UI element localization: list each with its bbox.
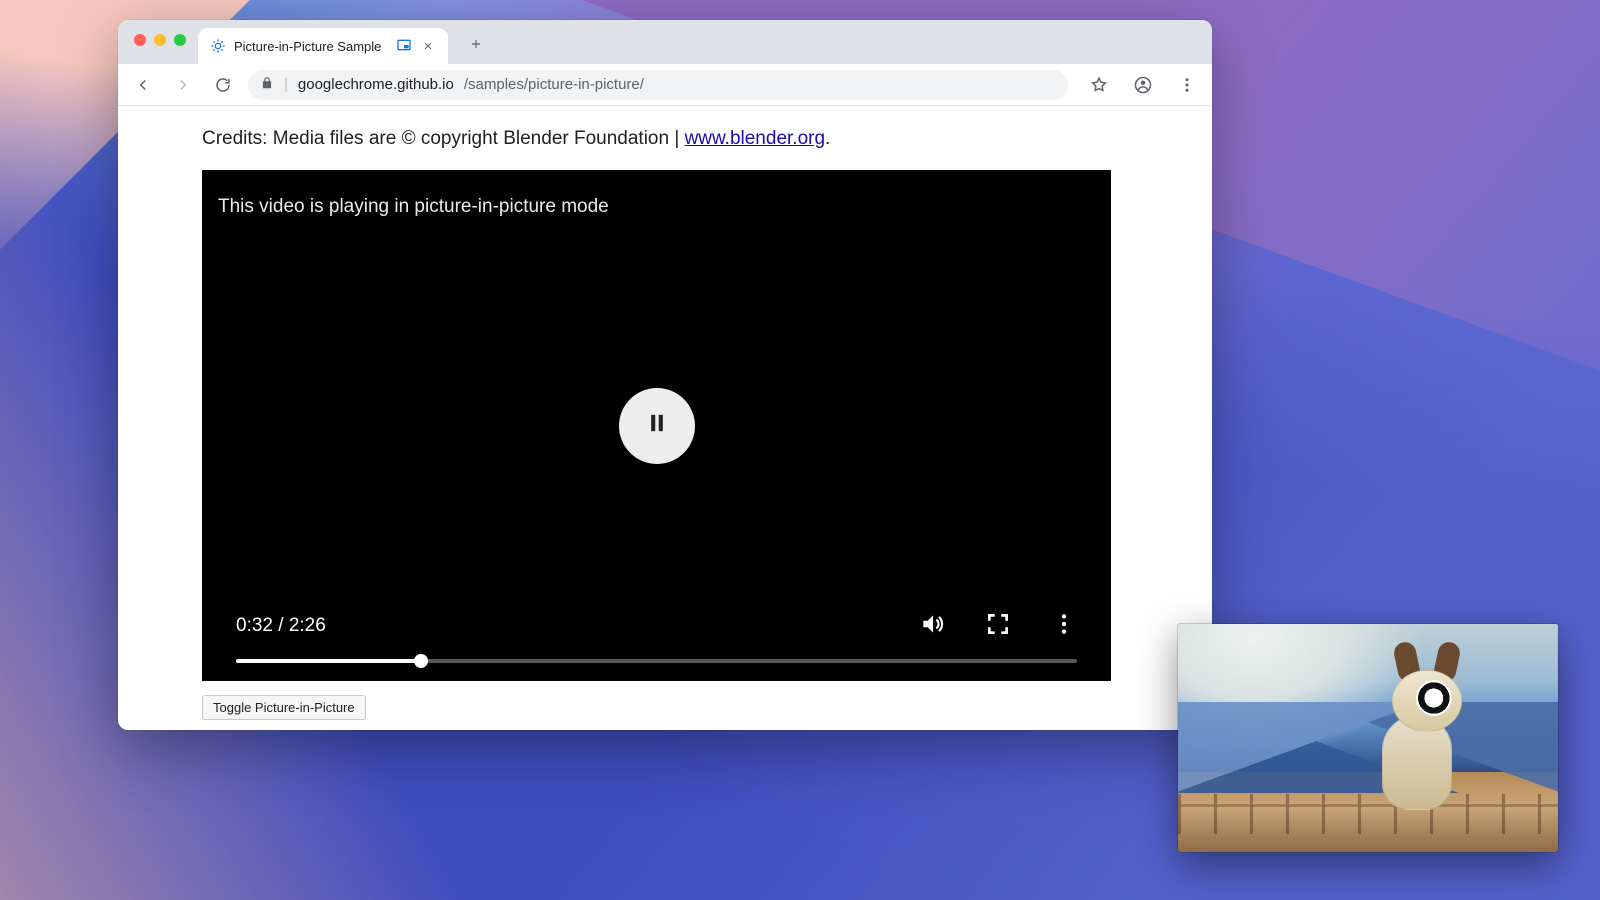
volume-icon [919,611,945,642]
video-pip-message: This video is playing in picture-in-pict… [218,196,609,218]
tab-title: Picture-in-Picture Sample [234,39,388,54]
omnibox-path: /samples/picture-in-picture/ [464,76,644,93]
video-controls: 0:32 / 2:26 [202,613,1111,681]
nav-reload-button[interactable] [208,70,238,100]
nav-back-button[interactable] [128,70,158,100]
window-controls [128,20,192,64]
omnibox-separator: | [284,76,288,93]
profile-avatar-button[interactable] [1128,70,1158,100]
pause-icon [643,409,671,442]
tab-pip-indicator-icon [396,37,412,56]
video-time-display: 0:32 / 2:26 [236,615,326,637]
more-vertical-icon [1051,611,1077,642]
tab-strip: Picture-in-Picture Sample [118,20,1212,64]
window-minimize-button[interactable] [154,34,166,46]
nav-forward-button[interactable] [168,70,198,100]
toolbar-right [1078,70,1202,100]
window-zoom-button[interactable] [174,34,186,46]
bookmark-star-button[interactable] [1084,70,1114,100]
fullscreen-button[interactable] [985,613,1011,639]
video-progress-track[interactable] [236,659,1077,663]
volume-button[interactable] [919,613,945,639]
browser-tab[interactable]: Picture-in-Picture Sample [198,28,448,64]
window-close-button[interactable] [134,34,146,46]
lock-icon [260,76,274,94]
page-content: Credits: Media files are © copyright Ble… [118,106,1212,730]
time-current: 0:32 [236,615,273,636]
tab-favicon-icon [210,38,226,54]
time-total: 2:26 [289,615,326,636]
toggle-pip-button[interactable]: Toggle Picture-in-Picture [202,695,366,720]
omnibox[interactable]: | googlechrome.github.io/samples/picture… [248,70,1068,100]
video-pause-button[interactable] [619,388,695,464]
video-player[interactable]: This video is playing in picture-in-pict… [202,170,1111,681]
video-progress-thumb[interactable] [414,654,428,668]
fullscreen-icon [985,611,1011,642]
pip-video-character [1340,650,1490,810]
credits-suffix: . [825,128,830,149]
credits-prefix: Credits: Media files are © copyright Ble… [202,128,685,149]
time-separator: / [273,615,289,636]
desktop-wallpaper: Picture-in-Picture Sample [0,0,1600,900]
credits-link[interactable]: www.blender.org [685,128,825,149]
browser-toolbar: | googlechrome.github.io/samples/picture… [118,64,1212,106]
new-tab-button[interactable] [462,30,490,58]
video-more-button[interactable] [1051,613,1077,639]
browser-menu-button[interactable] [1172,70,1202,100]
browser-window: Picture-in-Picture Sample [118,20,1212,730]
tab-close-button[interactable] [420,38,436,54]
credits-text: Credits: Media files are © copyright Ble… [202,128,1128,150]
omnibox-host: googlechrome.github.io [298,76,454,93]
video-progress-fill [236,659,421,663]
pip-floating-window[interactable] [1178,624,1558,852]
